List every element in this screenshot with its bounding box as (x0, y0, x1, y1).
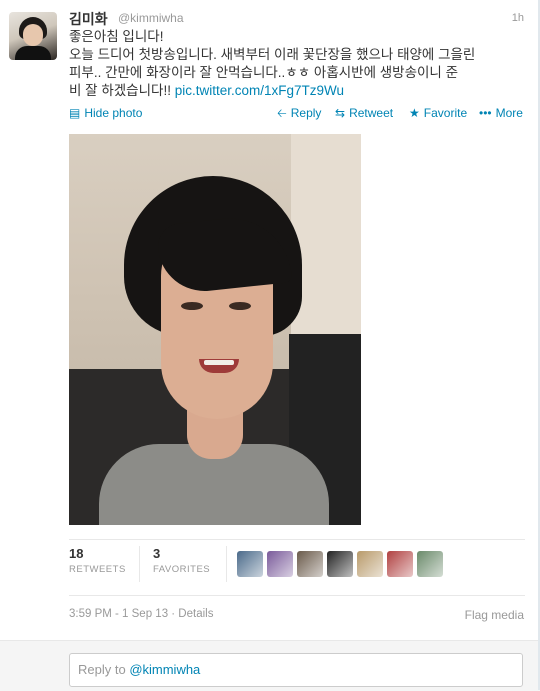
user-handle[interactable]: @kimmiwha (118, 11, 184, 25)
tweet-text: 좋은아침 입니다! 오늘 드디어 첫방송입니다. 새벽부터 이래 꽃단장을 했으… (69, 28, 529, 100)
reply-arrow-icon: 🡠 (277, 106, 287, 120)
tweet: 김미화 @kimmiwha 1h 좋은아침 입니다! 오늘 드디어 첫방송입니다… (0, 0, 540, 640)
tweet-actions: ▤ Hide photo 🡠 Reply ⇆ Retweet ★ Favorit… (69, 106, 529, 124)
portrait-avatar[interactable] (327, 551, 353, 577)
user-name[interactable]: 김미화 (69, 9, 108, 29)
reply-area: Reply to @kimmiwha (0, 640, 540, 691)
hide-photo-button[interactable]: ▤ Hide photo (69, 106, 142, 120)
tweet-text-line: 오늘 드디어 첫방송입니다. 새벽부터 이래 꽃단장을 했으나 태양에 그을린 (69, 47, 476, 62)
flag-media-link[interactable]: Flag media (465, 608, 524, 622)
ellipsis-icon: ••• (479, 106, 492, 120)
reply-mention: @kimmiwha (129, 662, 201, 677)
divider (69, 539, 525, 540)
egg-avatar[interactable] (237, 551, 263, 577)
landscape-avatar[interactable] (417, 551, 443, 577)
retweets-count: 18 (69, 546, 84, 561)
tweet-text-line: 비 잘 하겠습니다!! pic.twitter.com/1xFg7Tz9Wu (69, 83, 345, 98)
flowers-avatar[interactable] (267, 551, 293, 577)
retweets-label: RETWEETS (69, 564, 126, 575)
favorites-label: FAVORITES (153, 564, 211, 575)
more-button[interactable]: ••• More (479, 106, 523, 120)
retweet-icon: ⇆ (335, 106, 346, 120)
retweet-button[interactable]: ⇆ Retweet (335, 106, 393, 120)
star-icon: ★ (409, 106, 420, 120)
divider (139, 546, 140, 582)
retweets-stat[interactable]: 18 RETWEETS (69, 546, 126, 575)
tweet-timestamp[interactable]: 3:59 PM - 1 Sep 13 · Details (69, 608, 213, 620)
man-avatar[interactable] (357, 551, 383, 577)
reply-input[interactable]: Reply to @kimmiwha (69, 653, 523, 687)
tweet-media-link[interactable]: pic.twitter.com/1xFg7Tz9Wu (175, 83, 344, 98)
photo-icon: ▤ (69, 106, 81, 120)
group-avatar[interactable] (297, 551, 323, 577)
tweet-time[interactable]: 1h (512, 12, 524, 24)
favorites-stat[interactable]: 3 FAVORITES (153, 546, 210, 575)
favorite-button[interactable]: ★ Favorite (409, 106, 467, 120)
divider (69, 595, 525, 596)
tweet-text-line: 피부.. 간만에 화장이라 잘 안먹습니다..ㅎㅎ 아홉시반에 생방송이니 준 (69, 65, 459, 80)
user-avatar[interactable] (9, 12, 57, 60)
divider (226, 546, 227, 582)
tweet-text-line: 좋은아침 입니다! (69, 29, 164, 44)
tweet-photo[interactable] (69, 134, 361, 525)
reply-button[interactable]: 🡠 Reply (277, 106, 321, 120)
red-avatar[interactable] (387, 551, 413, 577)
favorites-count: 3 (153, 546, 161, 561)
